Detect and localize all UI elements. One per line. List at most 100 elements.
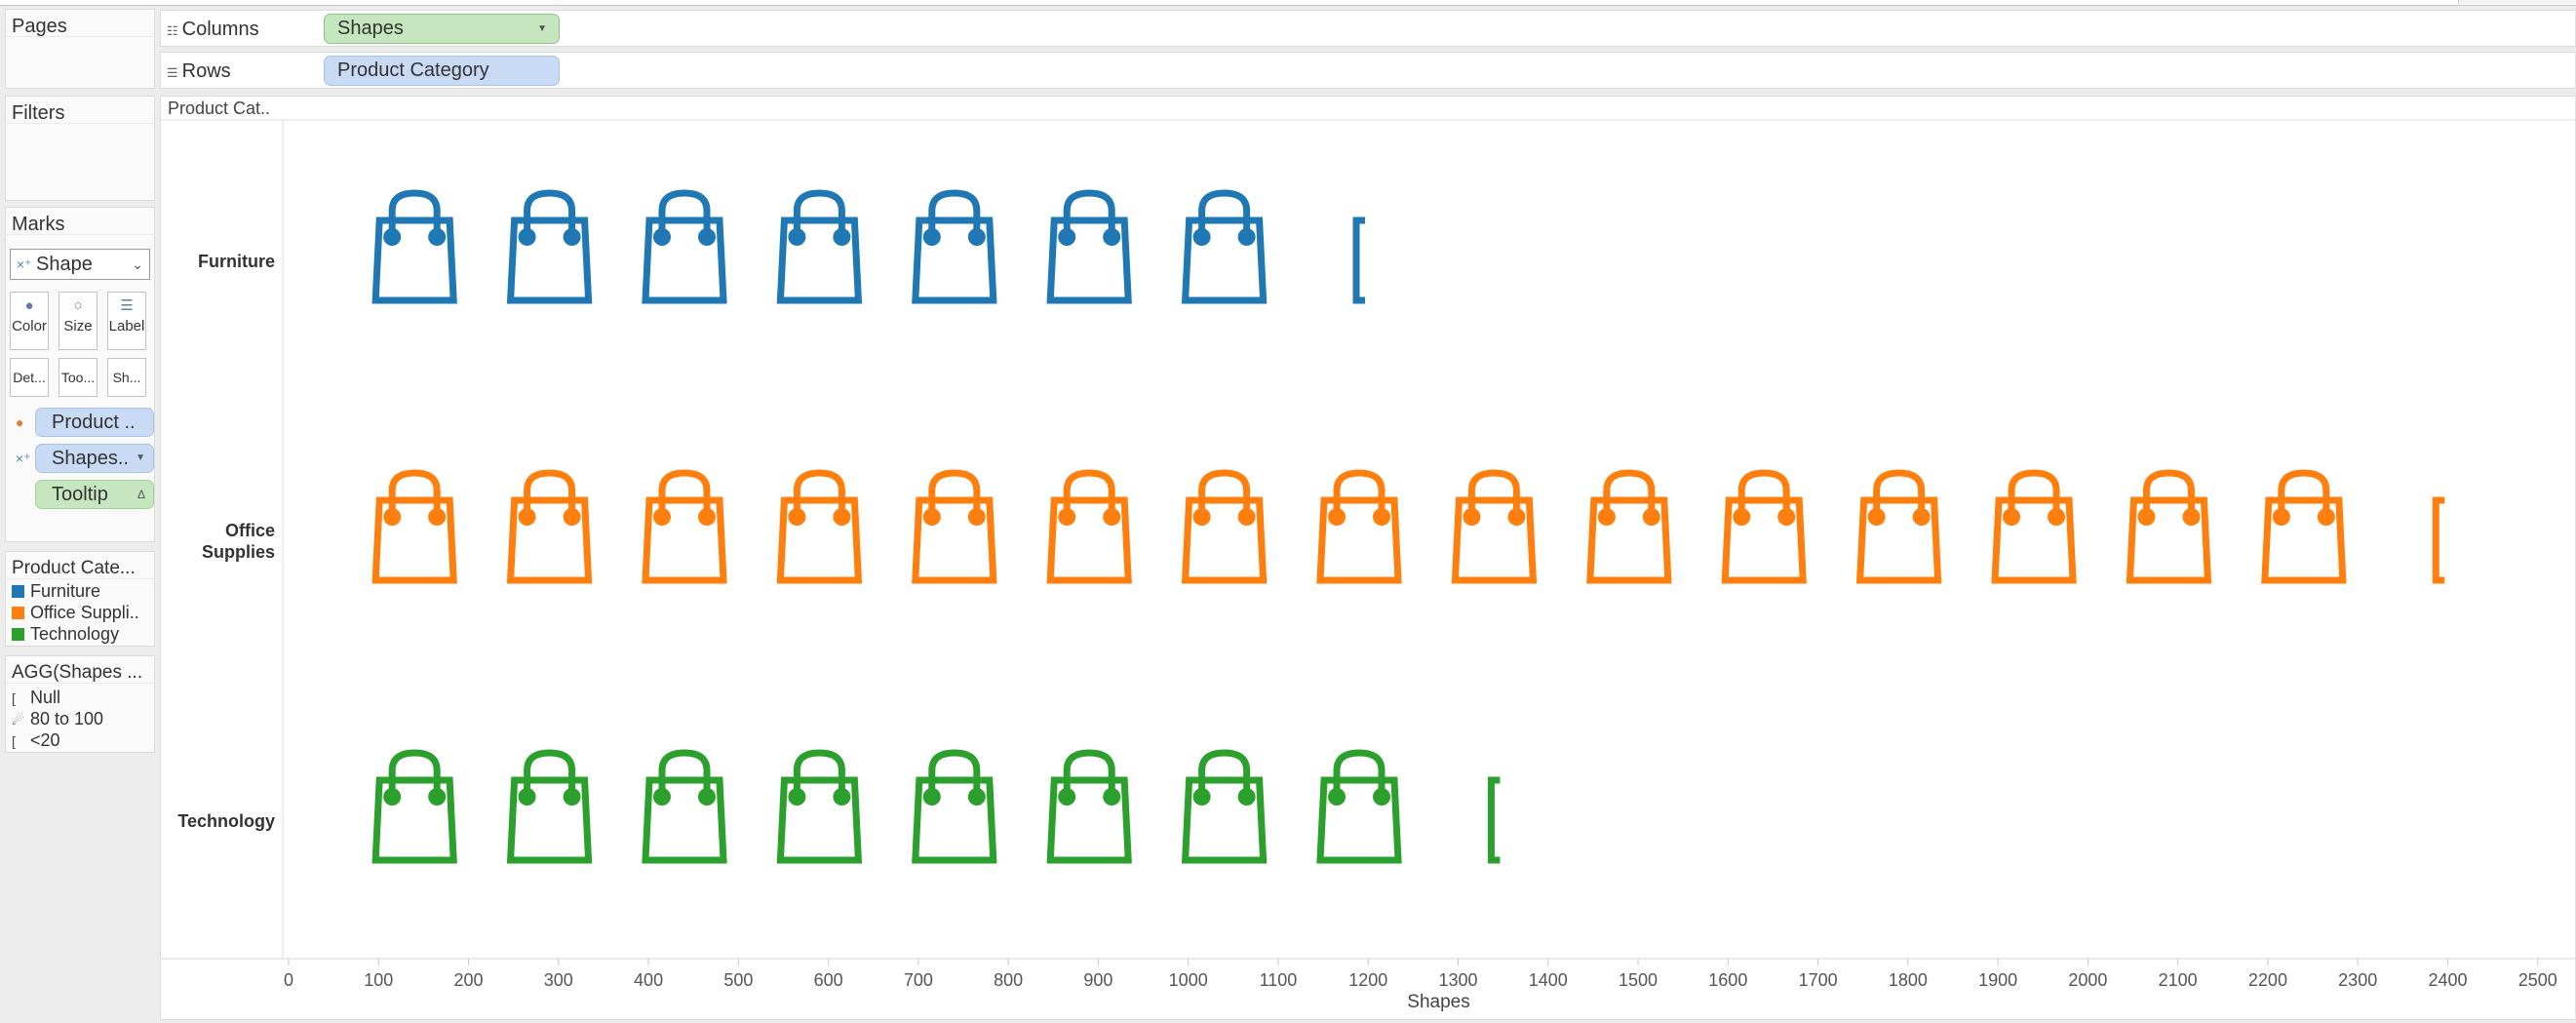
- bag-rivet: [967, 508, 986, 526]
- color-icon: ●: [24, 297, 34, 314]
- shape-chart[interactable]: Product Cat.. Furniture Office Supplies Tech…: [161, 97, 2575, 1019]
- bag-rivet: [1103, 788, 1121, 806]
- columns-shelf[interactable]: ☷ Columns Shapes ▼: [160, 10, 2576, 47]
- dropdown-arrow-icon: ▼: [136, 452, 145, 463]
- shopping-bag-icon: [912, 189, 997, 304]
- x-tick-label: 1200: [1348, 970, 1387, 990]
- legend-label: 80 to 100: [30, 709, 104, 728]
- legend-item-office-supplies[interactable]: Office Suppli..: [12, 603, 139, 623]
- legend-item-technology[interactable]: Technology: [12, 624, 119, 645]
- shopping-bag-icon: [1181, 469, 1268, 584]
- shapes-column-pill[interactable]: Shapes ▼: [324, 14, 560, 44]
- filters-title: Filters: [6, 97, 154, 124]
- shopping-bag-icon: [912, 469, 997, 584]
- bag-rivet: [1642, 508, 1660, 526]
- shapes-field-pill[interactable]: Shapes.. ▼: [35, 444, 154, 473]
- bag-rivet: [2182, 508, 2201, 526]
- tooltip-button[interactable]: Too...: [59, 358, 98, 397]
- shopping-bag-icon: [642, 469, 727, 584]
- bag-rivet: [833, 508, 851, 526]
- color-field-icon: ●: [16, 414, 24, 430]
- x-tick-label: 1700: [1799, 970, 1838, 990]
- legend-item-furniture[interactable]: Furniture: [12, 581, 100, 602]
- bag-handle: [793, 749, 845, 797]
- label-button[interactable]: ☰ Label: [107, 292, 146, 350]
- detail-button[interactable]: Det...: [10, 358, 49, 397]
- bag-rivet: [1237, 508, 1256, 526]
- bag-handle: [524, 749, 576, 797]
- shopping-bag-icon: [371, 749, 457, 864]
- bag-handle: [1873, 469, 1926, 517]
- bag-rivet: [2317, 508, 2335, 526]
- x-tick-label: 100: [364, 970, 393, 990]
- shape-legend[interactable]: AGG(Shapes ... [Null ☄ 80 to 100 [<20: [5, 655, 155, 753]
- color-button-label: Color: [12, 318, 47, 334]
- bag-rivet: [383, 788, 402, 806]
- mark-type-dropdown[interactable]: ×⁺ Shape ⌄: [10, 249, 150, 280]
- x-tick-label: 200: [454, 970, 484, 990]
- bag-rivet: [1058, 788, 1076, 806]
- category-color-legend[interactable]: Product Cate... Furniture Office Suppli.…: [5, 551, 155, 647]
- chart-view[interactable]: Product Cat.. Furniture Office Supplies Tech…: [160, 96, 2576, 1020]
- bag-handle: [1198, 189, 1251, 237]
- x-tick-label: 2200: [2248, 970, 2287, 990]
- product-category-field-pill[interactable]: Product ..: [35, 408, 154, 437]
- bag-handle: [658, 189, 711, 237]
- bag-handle: [388, 189, 441, 237]
- product-category-row-pill[interactable]: Product Category: [324, 56, 560, 86]
- filters-card[interactable]: Filters: [5, 96, 155, 201]
- shopping-bag-icon: [776, 189, 863, 304]
- bag-rivet: [428, 228, 447, 246]
- marks-title: Marks: [6, 208, 154, 235]
- rows-shelf[interactable]: ☰ Rows Product Category: [160, 52, 2576, 89]
- shopping-bag-icon: [776, 469, 863, 584]
- x-tick-label: 2100: [2159, 970, 2198, 990]
- bag-handle: [524, 469, 576, 517]
- legend-item-80-to-100[interactable]: ☄ 80 to 100: [12, 709, 103, 729]
- window-top-strip: [0, 0, 2576, 6]
- size-button[interactable]: ○ Size: [59, 292, 98, 350]
- bag-rivet: [1597, 508, 1616, 526]
- bag-rivet: [788, 228, 806, 246]
- legend-item-null[interactable]: [Null: [12, 688, 60, 708]
- shopping-bag-icon: [1721, 469, 1807, 584]
- x-tick-label: 1000: [1169, 970, 1208, 990]
- pages-card[interactable]: Pages: [5, 9, 155, 89]
- bag-rivet: [383, 508, 402, 526]
- bag-handle: [1333, 469, 1386, 517]
- bag-handle: [1198, 749, 1251, 797]
- bag-rivet: [563, 788, 581, 806]
- bracket-icon: [: [12, 733, 16, 749]
- shopping-bag-icon: [912, 749, 997, 864]
- shopping-bag-icon: [2261, 469, 2347, 584]
- rows-list-icon: ☰: [167, 65, 178, 80]
- x-tick-label: 600: [814, 970, 843, 990]
- shopping-bag-icon: [1316, 749, 1402, 864]
- bag-rivet: [652, 508, 671, 526]
- bag-rivet: [1328, 788, 1347, 806]
- pill-label: Shapes: [337, 18, 404, 39]
- columns-label-text: Columns: [181, 19, 259, 40]
- label-icon: ☰: [120, 297, 134, 314]
- tooltip-field-pill[interactable]: Tooltip Δ: [35, 480, 154, 509]
- shopping-bag-icon: [1451, 469, 1538, 584]
- shopping-bag-icon: [1855, 469, 1942, 584]
- bag-rivet: [1912, 508, 1931, 526]
- bag-handle: [1333, 749, 1386, 797]
- bag-handle: [793, 189, 845, 237]
- color-swatch: [12, 585, 24, 598]
- bag-rivet: [428, 508, 447, 526]
- bag-rivet: [1237, 228, 1256, 246]
- x-tick-label: 0: [284, 970, 293, 990]
- bag-rivet: [833, 228, 851, 246]
- bag-rivet: [1192, 508, 1211, 526]
- color-button[interactable]: ● Color: [10, 292, 49, 350]
- pill-label: Product Category: [337, 59, 489, 81]
- shopping-bag-icon: [642, 749, 727, 864]
- legend-label: Furniture: [30, 581, 101, 601]
- bag-rivet: [652, 228, 671, 246]
- bag-handle: [1603, 469, 1656, 517]
- shape-button[interactable]: Sh...: [107, 358, 146, 397]
- toolbar-stub: [2458, 0, 2576, 4]
- legend-item-lt-20[interactable]: [<20: [12, 730, 60, 751]
